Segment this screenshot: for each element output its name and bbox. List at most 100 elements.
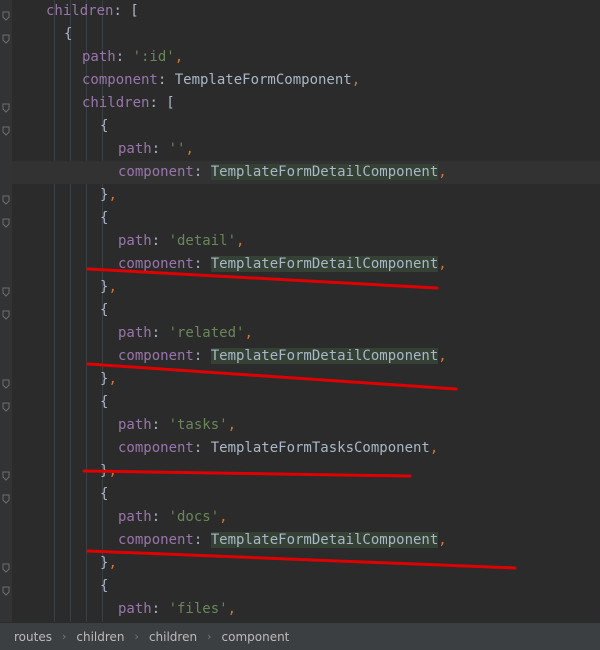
code-line: path: ':id',: [82, 46, 183, 69]
code-token: : [: [113, 3, 139, 19]
fold-icon[interactable]: [1, 397, 11, 412]
fold-icon[interactable]: [1, 29, 11, 44]
code-token: component: [118, 348, 194, 364]
code-token: path: [118, 233, 152, 249]
code-token: ,: [227, 417, 237, 433]
fold-icon[interactable]: [1, 558, 11, 573]
breadcrumb-item-children[interactable]: children: [76, 630, 124, 644]
highlighted-identifier: TemplateFormDetailComponent: [210, 532, 439, 548]
fold-icon[interactable]: [1, 374, 11, 389]
fold-icon[interactable]: [1, 581, 11, 596]
code-token: path: [118, 509, 152, 525]
code-line: },: [100, 460, 117, 483]
chevron-right-icon: ›: [207, 630, 212, 643]
code-token: {: [100, 210, 109, 226]
code-token: {: [100, 578, 109, 594]
code-line: path: '',: [118, 138, 194, 161]
code-token: ,: [108, 279, 117, 295]
code-token: 'detail': [168, 233, 237, 249]
breadcrumb: routes › children › children › component: [0, 622, 600, 650]
chevron-right-icon: ›: [61, 630, 67, 643]
code-line: path: 'docs',: [118, 506, 228, 529]
code-token: ,: [219, 509, 228, 525]
code-token: :: [151, 509, 169, 525]
code-token: 'tasks': [168, 417, 228, 433]
code-token: :: [151, 233, 169, 249]
code-token: component: [118, 256, 194, 272]
code-line: path: 'detail',: [118, 230, 244, 253]
code-token: ,: [438, 348, 447, 364]
code-token: 'related': [168, 325, 245, 341]
code-token: : [: [149, 95, 175, 111]
code-token: {: [100, 486, 109, 502]
code-token: ,: [438, 532, 447, 548]
code-token: ,: [227, 601, 237, 617]
editor-gutter: [0, 0, 12, 622]
code-line: component: TemplateFormComponent,: [82, 69, 360, 92]
code-token: 'files': [168, 601, 228, 617]
highlighted-identifier: TemplateFormDetailComponent: [210, 348, 439, 364]
code-token: : TemplateFormComponent: [157, 72, 352, 88]
code-line: component: TemplateFormTasksComponent,: [118, 437, 438, 460]
code-token: component: [82, 72, 158, 88]
code-token: ,: [244, 325, 253, 341]
code-token: :: [193, 348, 211, 364]
fold-icon[interactable]: [1, 282, 11, 297]
indent-guide: [70, 0, 71, 622]
code-token: ,: [108, 463, 117, 479]
code-token: {: [100, 302, 109, 318]
code-line: path: 'related',: [118, 322, 253, 345]
code-token: ,: [108, 371, 117, 387]
code-line: {: [100, 575, 108, 598]
code-token: ,: [429, 440, 439, 456]
code-token: ,: [351, 72, 361, 88]
fold-icon[interactable]: [1, 305, 11, 320]
code-line: children: [: [82, 92, 175, 115]
highlighted-identifier: TemplateFormDetailComponent: [210, 256, 439, 272]
breadcrumb-item-routes[interactable]: routes: [14, 630, 52, 644]
breadcrumb-item-children-nested[interactable]: children: [149, 630, 197, 644]
code-token: :: [151, 141, 169, 157]
fold-icon[interactable]: [1, 466, 11, 481]
fold-icon[interactable]: [1, 98, 11, 113]
indent-guide: [54, 0, 55, 622]
code-line: {: [100, 391, 108, 414]
code-line: component: TemplateFormDetailComponent,: [118, 345, 447, 368]
code-line: path: 'files',: [118, 598, 236, 621]
code-token: ,: [438, 256, 447, 272]
code-token: ,: [108, 187, 117, 203]
breadcrumb-item-component[interactable]: component: [222, 630, 290, 644]
code-line: },: [100, 552, 117, 575]
code-line: },: [100, 368, 117, 391]
code-token: path: [82, 49, 116, 65]
code-token: ,: [174, 49, 184, 65]
code-line: },: [100, 184, 117, 207]
code-token: component: [118, 440, 194, 456]
code-token: {: [100, 394, 109, 410]
code-token: ,: [185, 141, 194, 157]
code-token: children: [46, 3, 114, 19]
code-token: :: [193, 256, 211, 272]
code-line: children: [: [46, 0, 139, 23]
fold-icon[interactable]: [1, 190, 11, 205]
code-line: {: [100, 207, 108, 230]
code-line: {: [100, 483, 108, 506]
code-line: {: [100, 115, 108, 138]
highlighted-identifier: TemplateFormDetailComponent: [210, 164, 439, 180]
code-line: component: TemplateFormDetailComponent,: [118, 529, 447, 552]
code-line: component: TemplateFormDetailComponent,: [118, 161, 447, 184]
fold-icon[interactable]: [1, 213, 11, 228]
code-line: {: [64, 23, 72, 46]
code-token: 'docs': [168, 509, 220, 525]
fold-icon[interactable]: [1, 6, 11, 21]
code-token: ':id': [132, 49, 175, 65]
code-token: : TemplateFormTasksComponent: [193, 440, 430, 456]
fold-icon[interactable]: [1, 489, 11, 504]
code-token: ,: [236, 233, 245, 249]
code-token: component: [118, 164, 194, 180]
fold-icon[interactable]: [1, 121, 11, 136]
code-editor[interactable]: children: [{path: ':id', component: Templ…: [12, 0, 600, 622]
code-token: :: [193, 164, 211, 180]
code-token: {: [64, 26, 73, 42]
code-token: :: [151, 325, 169, 341]
